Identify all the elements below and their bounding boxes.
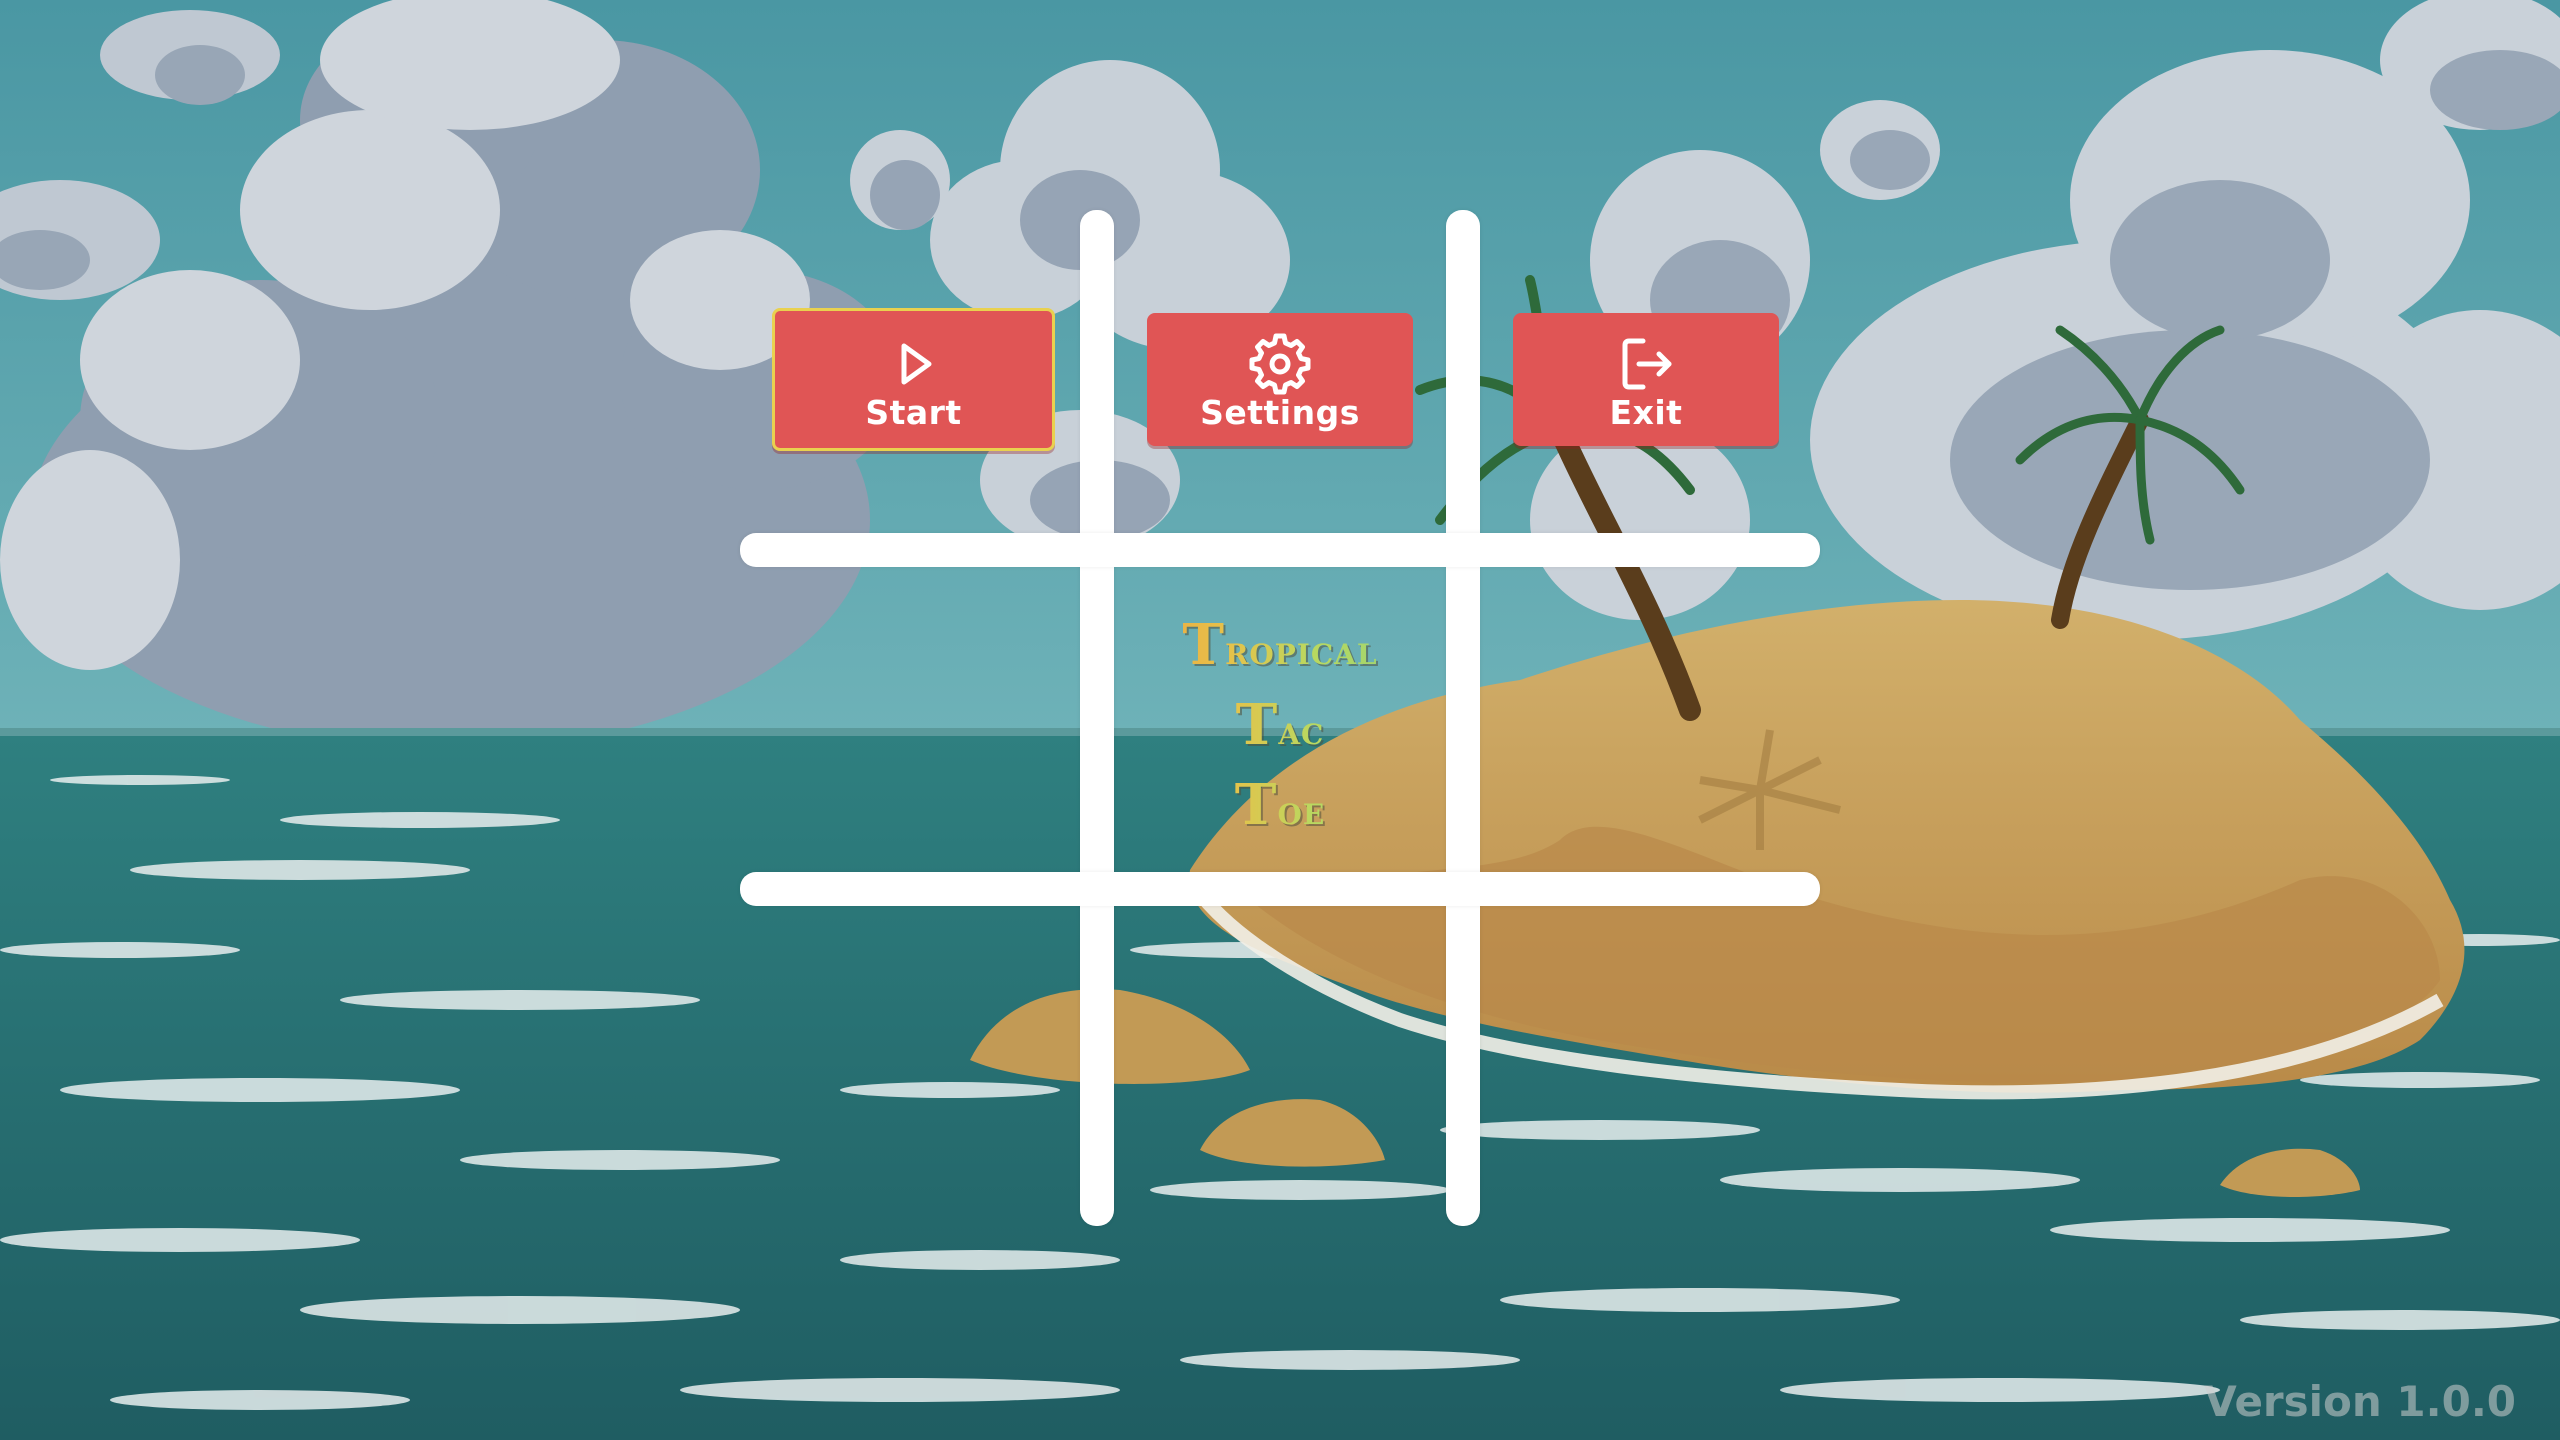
board-grid-line-vertical (1080, 210, 1114, 1226)
version-label: Version 1.0.0 (2204, 1377, 2516, 1426)
board-grid-line-horizontal (740, 533, 1820, 567)
exit-icon (1622, 338, 1672, 390)
play-icon (901, 343, 931, 385)
exit-button-label: Exit (1609, 393, 1683, 432)
board-grid-line-vertical (1446, 210, 1480, 1226)
game-title-line: Toe (1114, 768, 1446, 848)
settings-button-label: Settings (1200, 393, 1360, 432)
game-title-line: Tac (1114, 688, 1446, 768)
exit-button[interactable]: Exit (1513, 313, 1779, 446)
game-title-line: Tropical (1114, 608, 1446, 688)
start-button[interactable]: Start (772, 308, 1055, 451)
game-title: Tropical Tac Toe (1114, 608, 1446, 848)
settings-button[interactable]: Settings (1147, 313, 1413, 446)
board-grid-line-horizontal (740, 872, 1820, 906)
gear-icon (1249, 333, 1311, 395)
start-button-label: Start (865, 393, 962, 432)
game-screen: Start Settings Exit Tropical Tac Toe Ver… (0, 0, 2560, 1440)
